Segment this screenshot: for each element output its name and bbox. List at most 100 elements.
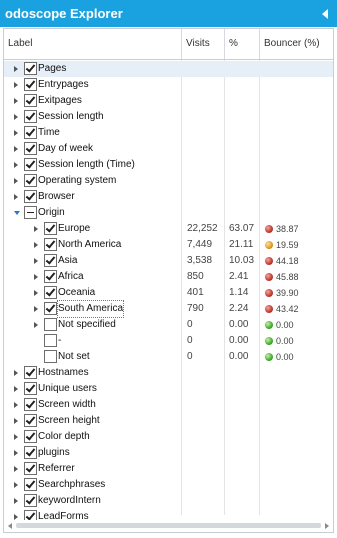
tree-row[interactable]: Screen height: [4, 413, 333, 429]
collapsed-arrow-icon[interactable]: [34, 306, 38, 312]
tree-row[interactable]: Searchphrases: [4, 477, 333, 493]
tree-row[interactable]: Europe 22,252 63.07 38.87: [4, 221, 333, 237]
collapsed-arrow-icon[interactable]: [34, 290, 38, 296]
row-checkbox[interactable]: [24, 142, 37, 155]
collapsed-arrow-icon[interactable]: [14, 82, 18, 88]
row-checkbox[interactable]: [24, 126, 37, 139]
collapsed-arrow-icon[interactable]: [14, 162, 18, 168]
row-label: Screen width: [38, 399, 96, 410]
collapsed-arrow-icon[interactable]: [34, 226, 38, 232]
row-checkbox[interactable]: [44, 270, 57, 283]
collapsed-arrow-icon[interactable]: [14, 402, 18, 408]
row-checkbox[interactable]: [44, 334, 57, 347]
row-checkbox[interactable]: [24, 78, 37, 91]
bouncer-value: 39.90: [276, 288, 299, 298]
row-checkbox[interactable]: [44, 222, 57, 235]
tree-row[interactable]: Browser: [4, 189, 333, 205]
tree-row[interactable]: South America 790 2.24 43.42: [4, 300, 333, 318]
tree-row[interactable]: Operating system: [4, 173, 333, 189]
tree-row[interactable]: Hostnames: [4, 365, 333, 381]
collapsed-arrow-icon[interactable]: [14, 386, 18, 392]
tree-row[interactable]: Unique users: [4, 381, 333, 397]
row-checkbox[interactable]: [24, 382, 37, 395]
row-checkbox[interactable]: [24, 110, 37, 123]
expanded-arrow-icon[interactable]: [14, 211, 20, 215]
row-checkbox[interactable]: [24, 366, 37, 379]
bouncer-value: 44.18: [276, 256, 299, 266]
percent-cell: 2.41: [229, 271, 249, 282]
tree-row[interactable]: keywordIntern: [4, 493, 333, 509]
window-titlebar: odoscope Explorer: [0, 0, 337, 27]
collapsed-arrow-icon[interactable]: [14, 450, 18, 456]
tree-row[interactable]: Pages: [4, 61, 333, 77]
tree-row[interactable]: Session length: [4, 109, 333, 125]
row-checkbox[interactable]: [44, 238, 57, 251]
tree-row[interactable]: Color depth: [4, 429, 333, 445]
tree-row[interactable]: Time: [4, 125, 333, 141]
tree-row[interactable]: Session length (Time): [4, 157, 333, 173]
collapsed-arrow-icon[interactable]: [34, 242, 38, 248]
scrollbar-thumb[interactable]: [16, 523, 321, 528]
row-checkbox[interactable]: [24, 430, 37, 443]
row-checkbox[interactable]: [24, 462, 37, 475]
tree-row[interactable]: - 0 0.00 0.00: [4, 333, 333, 349]
row-checkbox[interactable]: [44, 286, 57, 299]
collapse-panel-icon[interactable]: [322, 9, 328, 19]
row-label: Africa: [58, 271, 84, 282]
collapsed-arrow-icon[interactable]: [14, 482, 18, 488]
tree-row[interactable]: Not set 0 0.00 0.00: [4, 349, 333, 365]
tree-row[interactable]: Africa 850 2.41 45.88: [4, 269, 333, 285]
tree-row[interactable]: Origin: [4, 205, 333, 221]
collapsed-arrow-icon[interactable]: [14, 114, 18, 120]
row-checkbox[interactable]: [24, 446, 37, 459]
collapsed-arrow-icon[interactable]: [14, 98, 18, 104]
tree-row[interactable]: Day of week: [4, 141, 333, 157]
scroll-right-icon[interactable]: [325, 523, 329, 529]
collapsed-arrow-icon[interactable]: [14, 178, 18, 184]
tree-row[interactable]: Entrypages: [4, 77, 333, 93]
tree-row[interactable]: Screen width: [4, 397, 333, 413]
bouncer-value: 0.00: [276, 336, 294, 346]
horizontal-scrollbar[interactable]: [4, 520, 333, 532]
row-checkbox[interactable]: [24, 62, 37, 75]
row-checkbox[interactable]: [24, 206, 37, 219]
visits-cell: 790: [187, 303, 204, 314]
collapsed-arrow-icon[interactable]: [14, 146, 18, 152]
row-checkbox[interactable]: [44, 302, 57, 315]
column-header-bouncer[interactable]: Bouncer (%): [260, 29, 334, 59]
column-header-visits[interactable]: Visits: [182, 29, 224, 59]
row-checkbox[interactable]: [24, 478, 37, 491]
collapsed-arrow-icon[interactable]: [14, 418, 18, 424]
column-header-percent[interactable]: %: [225, 29, 259, 59]
tree-row[interactable]: plugins: [4, 445, 333, 461]
row-checkbox[interactable]: [44, 350, 57, 363]
collapsed-arrow-icon[interactable]: [34, 322, 38, 328]
row-checkbox[interactable]: [44, 254, 57, 267]
tree-row[interactable]: Not specified 0 0.00 0.00: [4, 317, 333, 333]
collapsed-arrow-icon[interactable]: [34, 274, 38, 280]
collapsed-arrow-icon[interactable]: [14, 498, 18, 504]
row-checkbox[interactable]: [24, 398, 37, 411]
row-checkbox[interactable]: [24, 174, 37, 187]
row-checkbox[interactable]: [24, 414, 37, 427]
row-checkbox[interactable]: [24, 158, 37, 171]
collapsed-arrow-icon[interactable]: [14, 194, 18, 200]
row-checkbox[interactable]: [44, 318, 57, 331]
percent-cell: 2.24: [229, 303, 249, 314]
collapsed-arrow-icon[interactable]: [14, 370, 18, 376]
row-checkbox[interactable]: [24, 94, 37, 107]
tree-row[interactable]: Oceania 401 1.14 39.90: [4, 285, 333, 301]
row-checkbox[interactable]: [24, 494, 37, 507]
collapsed-arrow-icon[interactable]: [14, 466, 18, 472]
column-header-label[interactable]: Label: [4, 29, 181, 59]
scroll-left-icon[interactable]: [8, 523, 12, 529]
collapsed-arrow-icon[interactable]: [14, 434, 18, 440]
tree-row[interactable]: Exitpages: [4, 93, 333, 109]
collapsed-arrow-icon[interactable]: [34, 258, 38, 264]
tree-row[interactable]: Referrer: [4, 461, 333, 477]
tree-row[interactable]: Asia 3,538 10.03 44.18: [4, 253, 333, 269]
tree-row[interactable]: North America 7,449 21.11 19.59: [4, 237, 333, 253]
row-checkbox[interactable]: [24, 190, 37, 203]
collapsed-arrow-icon[interactable]: [14, 66, 18, 72]
collapsed-arrow-icon[interactable]: [14, 130, 18, 136]
